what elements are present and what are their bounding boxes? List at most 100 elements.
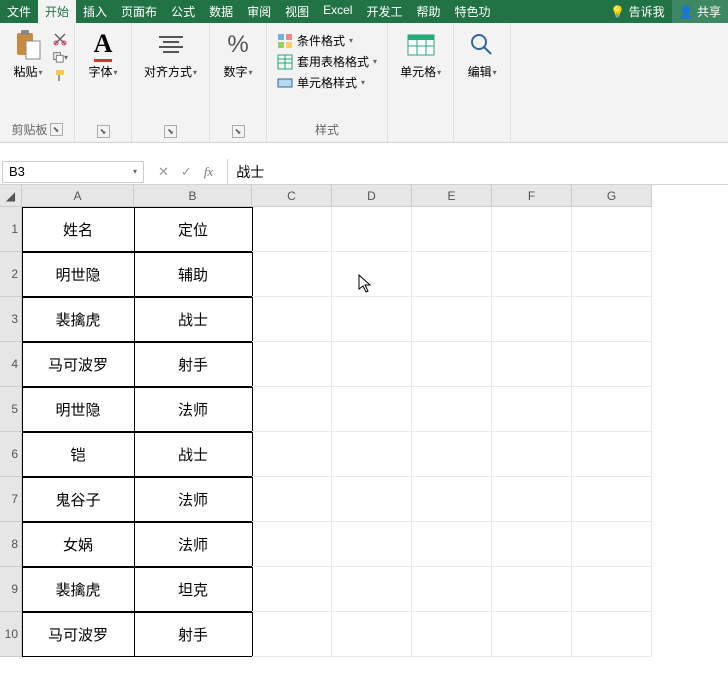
alignment-dialog-launcher[interactable]: ⬊ <box>164 125 177 138</box>
cell[interactable] <box>572 432 652 477</box>
cell[interactable] <box>492 342 572 387</box>
cell[interactable] <box>332 297 412 342</box>
cell[interactable] <box>332 432 412 477</box>
cell[interactable]: 鬼谷子 <box>22 477 135 522</box>
cell[interactable]: 战士 <box>134 432 253 477</box>
tab-file[interactable]: 文件 <box>0 0 38 23</box>
tab-insert[interactable]: 插入 <box>76 0 114 23</box>
cell[interactable]: 法师 <box>134 387 253 432</box>
col-header[interactable]: G <box>572 185 652 207</box>
cell[interactable] <box>252 612 332 657</box>
cell[interactable] <box>252 252 332 297</box>
cell[interactable] <box>492 207 572 252</box>
cell[interactable] <box>252 477 332 522</box>
cell[interactable] <box>572 567 652 612</box>
cell[interactable]: 明世隐 <box>22 387 135 432</box>
cell[interactable] <box>252 567 332 612</box>
fx-icon[interactable]: fx <box>204 164 213 180</box>
cell[interactable]: 姓名 <box>22 207 135 252</box>
cell[interactable] <box>412 207 492 252</box>
format-painter-button[interactable] <box>52 67 68 83</box>
cell[interactable] <box>412 477 492 522</box>
cell[interactable] <box>252 522 332 567</box>
tab-special[interactable]: 特色功 <box>448 0 498 23</box>
cell[interactable] <box>572 342 652 387</box>
col-header[interactable]: D <box>332 185 412 207</box>
tab-home[interactable]: 开始 <box>38 0 76 23</box>
formula-bar[interactable]: 战士 <box>227 159 728 184</box>
tab-excel[interactable]: Excel <box>316 0 359 23</box>
row-header[interactable]: 2 <box>0 252 22 297</box>
cell[interactable] <box>252 432 332 477</box>
confirm-icon[interactable]: ✓ <box>181 164 192 180</box>
cell[interactable] <box>412 387 492 432</box>
cell[interactable] <box>412 252 492 297</box>
cell[interactable]: 铠 <box>22 432 135 477</box>
font-button[interactable]: A 字体▾ <box>81 27 125 83</box>
cell[interactable] <box>572 477 652 522</box>
conditional-formatting-button[interactable]: 条件格式▾ <box>273 31 381 50</box>
col-header[interactable]: A <box>22 185 134 207</box>
cell[interactable] <box>412 342 492 387</box>
cell[interactable] <box>492 567 572 612</box>
row-header[interactable]: 8 <box>0 522 22 567</box>
tab-page-layout[interactable]: 页面布 <box>114 0 164 23</box>
cell[interactable] <box>412 297 492 342</box>
format-as-table-button[interactable]: 套用表格格式▾ <box>273 52 381 71</box>
cell[interactable] <box>572 522 652 567</box>
cut-button[interactable] <box>52 31 68 47</box>
cell[interactable]: 坦克 <box>134 567 253 612</box>
cell[interactable] <box>412 522 492 567</box>
cell[interactable] <box>252 342 332 387</box>
number-button[interactable]: % 数字▾ <box>216 27 260 83</box>
cell[interactable] <box>252 387 332 432</box>
cell[interactable] <box>412 612 492 657</box>
cell[interactable]: 战士 <box>134 297 253 342</box>
cell[interactable] <box>572 297 652 342</box>
cell[interactable] <box>332 612 412 657</box>
col-header[interactable]: E <box>412 185 492 207</box>
cell[interactable] <box>572 387 652 432</box>
cell[interactable] <box>332 387 412 432</box>
cell[interactable]: 辅助 <box>134 252 253 297</box>
cell[interactable] <box>332 252 412 297</box>
cell[interactable]: 女娲 <box>22 522 135 567</box>
tellme-button[interactable]: 💡 告诉我 <box>603 0 671 23</box>
number-dialog-launcher[interactable]: ⬊ <box>232 125 245 138</box>
editing-button[interactable]: 编辑▾ <box>460 27 504 83</box>
col-header[interactable]: C <box>252 185 332 207</box>
cell[interactable] <box>492 612 572 657</box>
row-header[interactable]: 7 <box>0 477 22 522</box>
cell[interactable]: 法师 <box>134 522 253 567</box>
alignment-button[interactable]: 对齐方式▾ <box>138 27 203 83</box>
cell[interactable] <box>492 522 572 567</box>
tab-data[interactable]: 数据 <box>202 0 240 23</box>
cell[interactable] <box>492 477 572 522</box>
name-box[interactable]: B3▾ <box>2 161 144 183</box>
cell[interactable]: 裴擒虎 <box>22 567 135 612</box>
paste-button[interactable]: 粘贴▾ <box>6 27 50 83</box>
col-header[interactable]: F <box>492 185 572 207</box>
tab-review[interactable]: 审阅 <box>240 0 278 23</box>
cell[interactable] <box>492 252 572 297</box>
cell[interactable]: 法师 <box>134 477 253 522</box>
cell[interactable]: 明世隐 <box>22 252 135 297</box>
cell[interactable]: 射手 <box>134 342 253 387</box>
cell[interactable] <box>412 567 492 612</box>
cell[interactable] <box>492 297 572 342</box>
font-dialog-launcher[interactable]: ⬊ <box>97 125 110 138</box>
cell[interactable]: 马可波罗 <box>22 612 135 657</box>
cell[interactable] <box>252 207 332 252</box>
row-header[interactable]: 3 <box>0 297 22 342</box>
cell[interactable] <box>572 612 652 657</box>
cell[interactable] <box>492 432 572 477</box>
cell[interactable] <box>332 207 412 252</box>
cell[interactable] <box>332 522 412 567</box>
cell[interactable] <box>492 387 572 432</box>
row-header[interactable]: 6 <box>0 432 22 477</box>
row-header[interactable]: 5 <box>0 387 22 432</box>
col-header[interactable]: B <box>134 185 252 207</box>
row-header[interactable]: 10 <box>0 612 22 657</box>
tab-formulas[interactable]: 公式 <box>164 0 202 23</box>
cell[interactable]: 裴擒虎 <box>22 297 135 342</box>
